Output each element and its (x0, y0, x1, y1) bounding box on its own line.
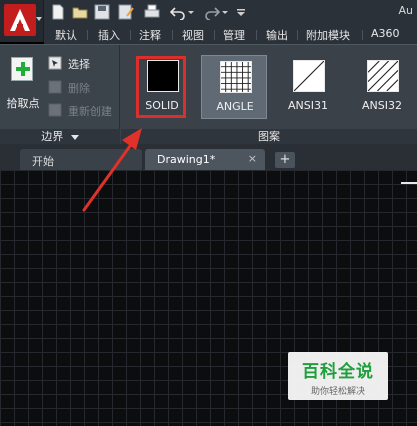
watermark-title: 百科全说 (302, 362, 374, 382)
watermark-subtitle: 助你轻松解决 (310, 387, 365, 397)
watermark-badge: 百科全说 助你轻松解决 (288, 352, 388, 400)
